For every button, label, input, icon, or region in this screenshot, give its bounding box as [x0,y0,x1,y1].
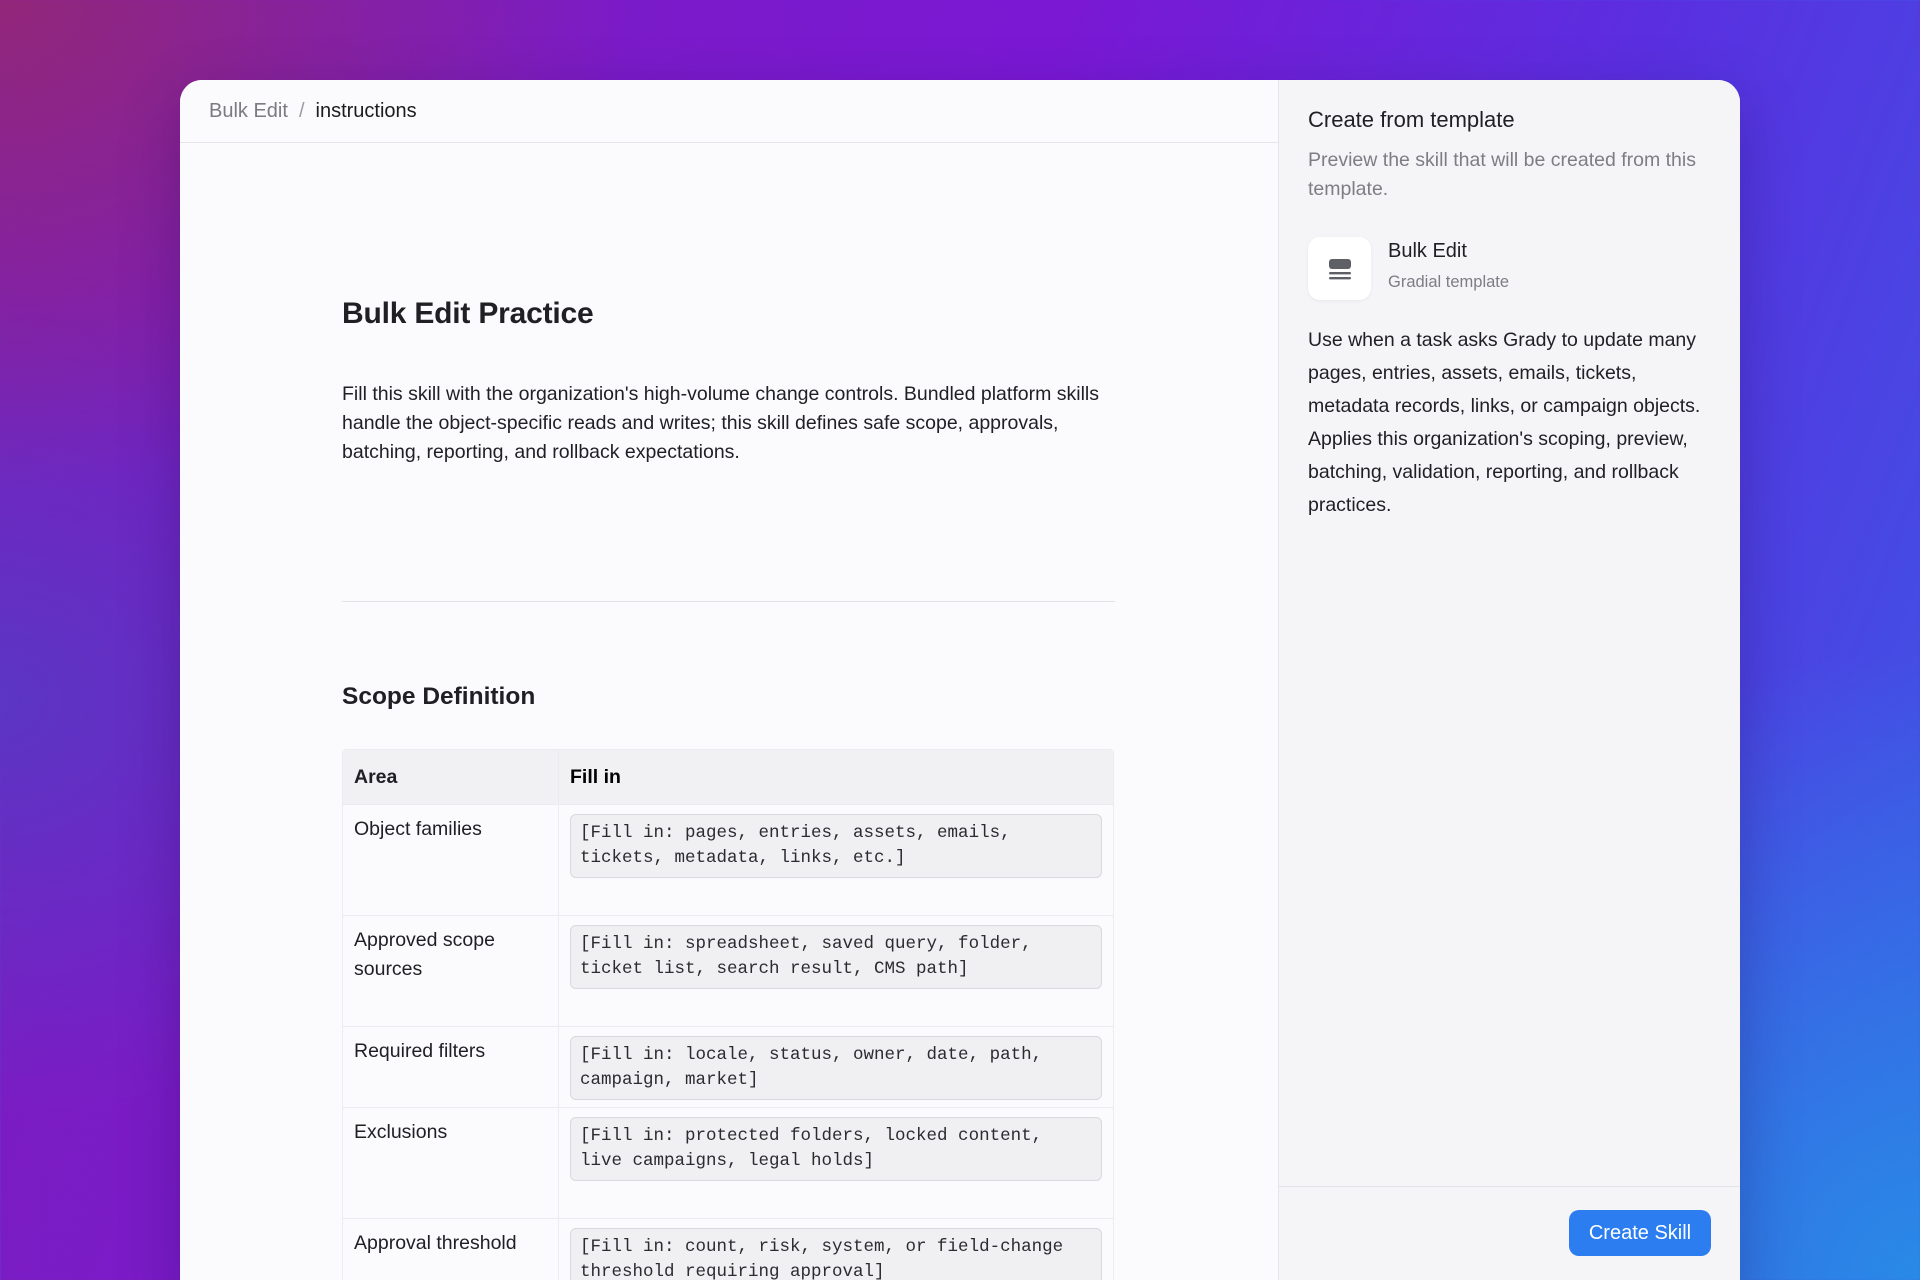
area-label: Object families [343,805,559,915]
template-source: Gradial template [1388,273,1510,291]
fill-cell: [Fill in: locale, status, owner, date, p… [559,1027,1113,1107]
area-label: Required filters [343,1027,559,1107]
panel-subtitle: Preview the skill that will be created f… [1308,149,1696,200]
fill-in-field[interactable]: [Fill in: count, risk, system, or field-… [570,1228,1102,1280]
template-preview-window: Bulk Edit / instructions Bulk Edit Pract… [180,80,1740,1280]
section-divider [342,601,1115,602]
fill-cell: [Fill in: pages, entries, assets, emails… [559,805,1113,915]
panel-title: Create from template [1308,107,1515,132]
scope-definition-table: Area Fill in Object families [Fill in: p… [342,749,1114,1280]
area-label: Approval threshold [343,1219,559,1280]
breadcrumb: Bulk Edit / instructions [180,80,1278,143]
table-row: Object families [Fill in: pages, entries… [343,804,1113,915]
area-label: Exclusions [343,1108,559,1218]
template-name: Bulk Edit [1388,240,1467,262]
section-title: Scope Definition [342,683,536,710]
breadcrumb-current: instructions [315,99,417,122]
area-label: Approved scope sources [343,916,559,1026]
table-row: Approval threshold [Fill in: count, risk… [343,1218,1113,1280]
column-header-fill-in: Fill in [570,765,621,788]
fill-cell: [Fill in: count, risk, system, or field-… [559,1219,1113,1280]
fill-in-field[interactable]: [Fill in: spreadsheet, saved query, fold… [570,925,1102,989]
fill-in-field[interactable]: [Fill in: protected folders, locked cont… [570,1117,1102,1181]
table-row: Exclusions [Fill in: protected folders, … [343,1107,1113,1218]
document-intro: Fill this skill with the organization's … [342,383,1099,463]
fill-cell: [Fill in: protected folders, locked cont… [559,1108,1113,1218]
template-description: Use when a task asks Grady to update man… [1308,329,1701,516]
table-header-row: Area Fill in [343,750,1113,804]
table-row: Required filters [Fill in: locale, statu… [343,1026,1113,1107]
table-row: Approved scope sources [Fill in: spreads… [343,915,1113,1026]
column-header-area: Area [343,750,559,804]
breadcrumb-separator: / [298,99,305,122]
fill-in-field[interactable]: [Fill in: locale, status, owner, date, p… [570,1036,1102,1100]
fill-in-field[interactable]: [Fill in: pages, entries, assets, emails… [570,814,1102,878]
create-skill-button[interactable]: Create Skill [1569,1210,1711,1256]
fill-cell: [Fill in: spreadsheet, saved query, fold… [559,916,1113,1026]
stack-icon [1308,237,1371,300]
breadcrumb-root-link[interactable]: Bulk Edit [209,100,288,123]
panel-footer-divider [1279,1186,1740,1187]
create-from-template-panel: Create from template Preview the skill t… [1278,80,1740,1280]
instructions-editor: Bulk Edit / instructions Bulk Edit Pract… [180,80,1278,1280]
document-title: Bulk Edit Practice [342,297,594,330]
